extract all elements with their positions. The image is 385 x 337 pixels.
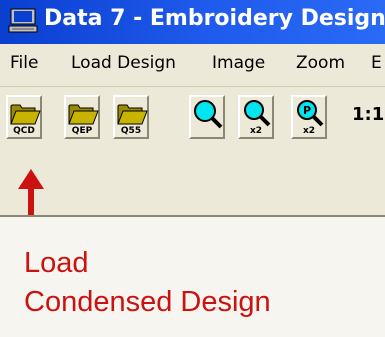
- computer-app-icon[interactable]: [8, 8, 38, 34]
- button-caption: x2: [249, 126, 263, 136]
- annotation-line1: Load: [24, 247, 89, 279]
- zoom-button[interactable]: [189, 95, 225, 139]
- load-qep-button[interactable]: QEP: [64, 95, 100, 139]
- zoom-1-1-button[interactable]: 1:1: [352, 104, 384, 125]
- button-caption: QCD: [13, 126, 35, 136]
- folder-icon: [68, 104, 99, 125]
- magnifier-p-x2-icon: P: [297, 100, 324, 127]
- menu-file[interactable]: File: [10, 53, 38, 73]
- work-area: Load Condensed Design: [0, 155, 385, 337]
- menu-bar: File Load Design Image Zoom E: [0, 44, 385, 87]
- menu-edit-truncated[interactable]: E: [371, 53, 382, 73]
- load-qcd-button[interactable]: QCD: [6, 95, 42, 139]
- annotation-line2: Condensed Design: [24, 286, 271, 318]
- zoom-x2-button[interactable]: x2: [238, 95, 274, 139]
- magnifier-zoom-x2-icon: [244, 100, 271, 127]
- button-caption: QEP: [71, 126, 93, 136]
- load-q55-button[interactable]: Q55: [113, 95, 149, 139]
- button-caption: Q55: [120, 126, 142, 136]
- window-title: Data 7 - Embroidery Design: [44, 6, 385, 31]
- zoom-p-x2-button[interactable]: P x2: [291, 95, 327, 139]
- folder-icon: [117, 104, 148, 125]
- toolbar: QCD QEP Q55 x2 P x2: [0, 87, 385, 155]
- menu-zoom[interactable]: Zoom: [296, 53, 345, 73]
- magnifier-icon: [194, 100, 223, 129]
- button-caption: x2: [302, 126, 316, 136]
- title-bar: Data 7 - Embroidery Design: [0, 0, 385, 44]
- folder-icon: [10, 104, 41, 125]
- menu-load-design[interactable]: Load Design: [71, 53, 176, 73]
- svg-text:P: P: [303, 104, 311, 117]
- menu-image[interactable]: Image: [212, 53, 265, 73]
